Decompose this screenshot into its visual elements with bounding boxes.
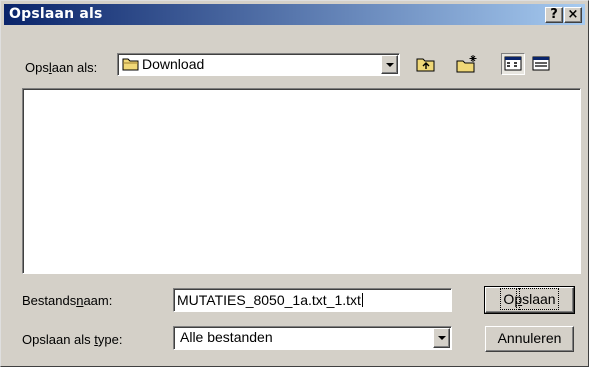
filename-input[interactable]: MUTATIES_8050_1a.txt_1.txt [173, 288, 452, 312]
close-button[interactable]: × [564, 7, 582, 23]
new-folder-button[interactable] [455, 53, 479, 75]
chevron-down-icon[interactable] [381, 55, 398, 74]
filetype-value: Alle bestanden [180, 329, 273, 345]
filetype-label: Opslaan als type: [22, 332, 123, 347]
file-list[interactable] [22, 88, 581, 274]
close-icon: × [567, 7, 579, 22]
list-view-icon [504, 56, 522, 71]
up-folder-icon [416, 58, 435, 72]
chevron-down-icon[interactable] [433, 328, 450, 348]
window-title: Opslaan als [9, 6, 103, 22]
folder-icon [122, 58, 139, 71]
new-folder-icon [456, 55, 477, 73]
list-view-button[interactable] [501, 53, 525, 75]
filetype-dropdown[interactable]: Alle bestanden [173, 326, 452, 350]
details-view-icon [532, 56, 550, 71]
save-in-dropdown[interactable]: Download [117, 53, 400, 76]
save-button[interactable]: Opslaan [484, 286, 575, 314]
help-button[interactable]: ? [545, 7, 563, 23]
cancel-button[interactable]: Annuleren [485, 326, 574, 352]
filename-label: Bestandsnaam: [22, 293, 113, 308]
up-folder-button[interactable] [414, 53, 438, 75]
save-as-dialog: Opslaan als ? × Opslaan als: Download Be… [0, 0, 589, 367]
title-bar[interactable]: Opslaan als ? × [4, 4, 585, 25]
save-in-value: Download [142, 56, 205, 72]
filename-value: MUTATIES_8050_1a.txt_1.txt [177, 292, 363, 308]
details-view-button[interactable] [529, 53, 553, 75]
text-caret [361, 293, 363, 307]
save-in-label: Opslaan als: [25, 60, 98, 75]
